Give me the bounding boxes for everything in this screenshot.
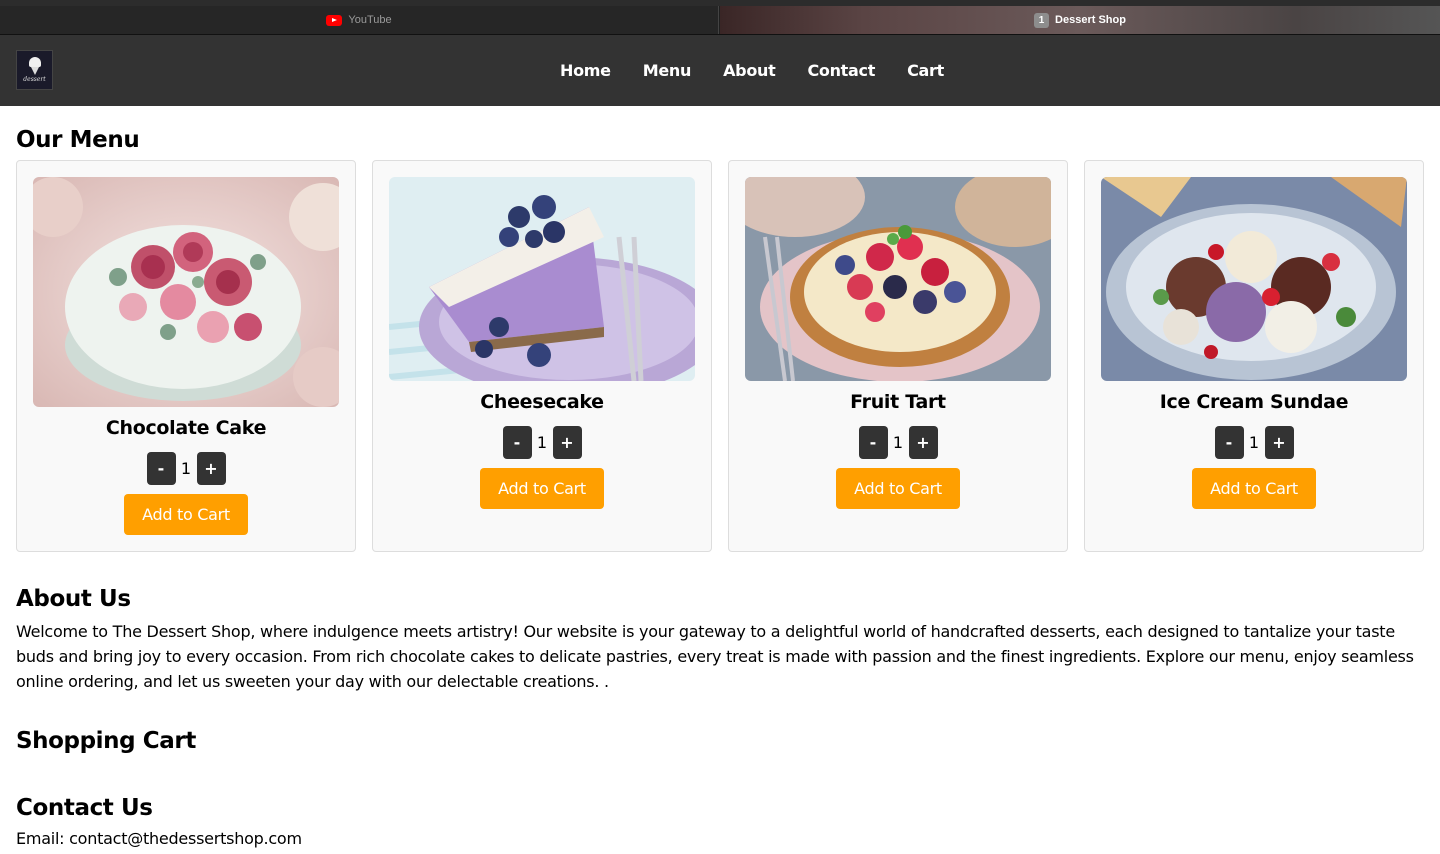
- youtube-icon: [326, 14, 343, 26]
- site-header: dessert Home Menu About Contact Cart: [0, 35, 1440, 106]
- tab-label: Dessert Shop: [1055, 14, 1126, 26]
- increase-button[interactable]: +: [552, 426, 582, 459]
- tab-youtube[interactable]: YouTube: [0, 6, 719, 34]
- contact-heading: Contact Us: [16, 795, 153, 821]
- quantity-value: 1: [1248, 433, 1260, 452]
- add-to-cart-button[interactable]: Add to Cart: [124, 494, 248, 535]
- decrease-button[interactable]: -: [146, 452, 176, 485]
- quantity-stepper: - 1 +: [17, 452, 355, 485]
- nav-about[interactable]: About: [723, 61, 776, 80]
- quantity-value: 1: [180, 459, 192, 478]
- contact-email: Email: contact@thedessertshop.com: [16, 829, 302, 848]
- decrease-button[interactable]: -: [858, 426, 888, 459]
- decrease-button[interactable]: -: [502, 426, 532, 459]
- quantity-stepper: - 1 +: [373, 426, 711, 459]
- quantity-value: 1: [892, 433, 904, 452]
- site-logo[interactable]: dessert: [16, 50, 53, 90]
- about-text: Welcome to The Dessert Shop, where indul…: [16, 622, 1414, 691]
- increase-button[interactable]: +: [1264, 426, 1294, 459]
- main-nav: Home Menu About Contact Cart: [560, 35, 976, 106]
- tab-badge: 1: [1034, 12, 1050, 28]
- increase-button[interactable]: +: [908, 426, 938, 459]
- browser-tab-strip: YouTube 1 Dessert Shop: [0, 0, 1440, 35]
- logo-text: dessert: [23, 76, 46, 83]
- quantity-stepper: - 1 +: [729, 426, 1067, 459]
- menu-heading: Our Menu: [16, 127, 140, 153]
- cheesecake-image: [389, 177, 695, 381]
- increase-button[interactable]: +: [196, 452, 226, 485]
- add-to-cart-button[interactable]: Add to Cart: [480, 468, 604, 509]
- menu-card-fruit-tart: Fruit Tart - 1 + Add to Cart: [728, 160, 1068, 552]
- item-name: Fruit Tart: [850, 391, 946, 413]
- menu-card-ice-cream-sundae: Ice Cream Sundae - 1 + Add to Cart: [1084, 160, 1424, 552]
- quantity-stepper: - 1 +: [1085, 426, 1423, 459]
- nav-home[interactable]: Home: [560, 61, 611, 80]
- add-to-cart-button[interactable]: Add to Cart: [1192, 468, 1316, 509]
- tab-label: YouTube: [348, 14, 392, 26]
- ice-cream-sundae-image: [1101, 177, 1407, 381]
- fruit-tart-image: [745, 177, 1051, 381]
- cupcake-icon: [28, 57, 42, 75]
- chocolate-cake-image: [33, 177, 339, 407]
- add-to-cart-button[interactable]: Add to Cart: [836, 468, 960, 509]
- menu-card-cheesecake: Cheesecake - 1 + Add to Cart: [372, 160, 712, 552]
- nav-contact[interactable]: Contact: [807, 61, 875, 80]
- quantity-value: 1: [536, 433, 548, 452]
- menu-card-chocolate-cake: Chocolate Cake - 1 + Add to Cart: [16, 160, 356, 552]
- item-name: Ice Cream Sundae: [1159, 391, 1349, 413]
- cart-heading: Shopping Cart: [16, 728, 196, 754]
- nav-cart[interactable]: Cart: [907, 61, 944, 80]
- item-name: Chocolate Cake: [105, 417, 267, 439]
- menu-grid: Chocolate Cake - 1 + Add to Cart Cheesec…: [16, 160, 1424, 552]
- tab-dessert-shop[interactable]: 1 Dessert Shop: [720, 6, 1440, 34]
- item-name: Cheesecake: [480, 391, 604, 413]
- decrease-button[interactable]: -: [1214, 426, 1244, 459]
- about-heading: About Us: [16, 586, 131, 612]
- nav-menu[interactable]: Menu: [643, 61, 692, 80]
